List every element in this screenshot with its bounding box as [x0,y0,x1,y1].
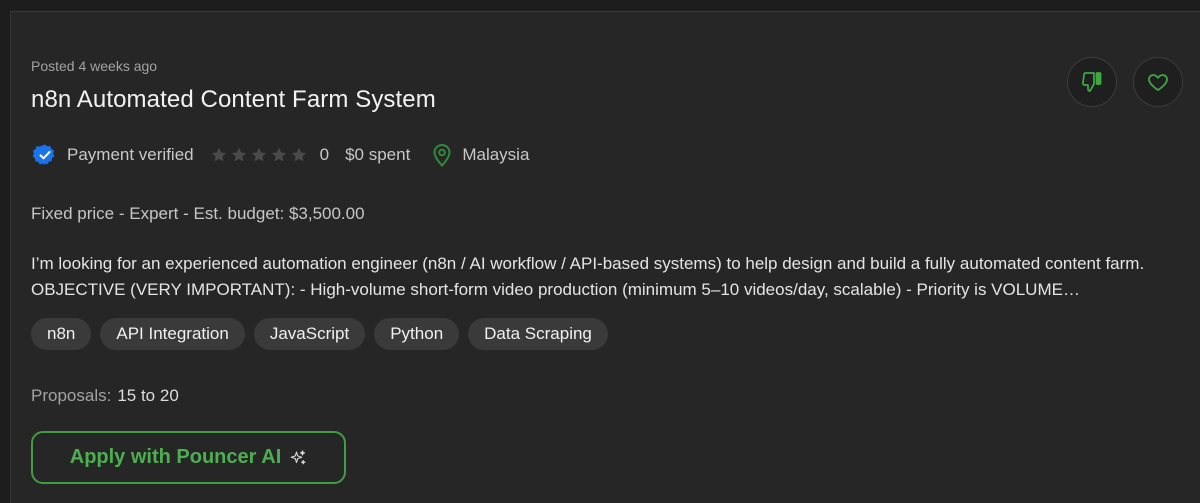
apply-button[interactable]: Apply with Pouncer AI [31,431,346,484]
proposals-value: 15 to 20 [117,386,179,405]
client-location: Malaysia [462,145,530,164]
star-icon [211,147,226,162]
skill-tag[interactable]: Python [374,318,460,350]
star-icon [271,147,286,162]
posted-time: Posted 4 weeks ago [31,58,158,74]
save-job-button[interactable] [1133,57,1183,107]
dislike-button[interactable] [1067,57,1117,107]
star-icon [231,147,246,162]
rating-count: 0 [319,145,330,164]
star-icon [251,147,266,162]
star-icon [291,147,306,162]
apply-button-label: Apply with Pouncer AI [69,446,282,468]
thumbs-down-icon [1081,72,1102,92]
skill-tag[interactable]: API Integration [100,318,245,350]
proposals-info: Proposals: 15 to 20 [31,386,179,406]
heart-icon [1148,74,1168,91]
skill-tag[interactable]: JavaScript [253,318,366,350]
verified-badge-icon [33,144,55,166]
job-description: I’m looking for an experienced automatio… [31,254,1145,299]
client-meta: Payment verified 0 $0 spent Malaysia [33,142,529,168]
skill-tag[interactable]: n8n [31,318,92,350]
skill-tags: n8n API Integration JavaScript Python Da… [31,318,608,350]
proposals-label: Proposals: [31,386,112,405]
sparkle-icon [290,449,306,464]
job-card[interactable]: Posted 4 weeks ago n8n Automated Content… [10,11,1200,503]
payment-verified-label: Payment verified [67,145,194,164]
client-spent: $0 spent [345,145,411,164]
client-rating-stars [210,146,308,164]
job-title[interactable]: n8n Automated Content Farm System [31,86,436,114]
skill-tag[interactable]: Data Scraping [468,318,608,350]
job-actions [1067,57,1183,107]
budget-line: Fixed price - Expert - Est. budget: $3,5… [31,204,365,223]
map-pin-icon [433,144,451,167]
